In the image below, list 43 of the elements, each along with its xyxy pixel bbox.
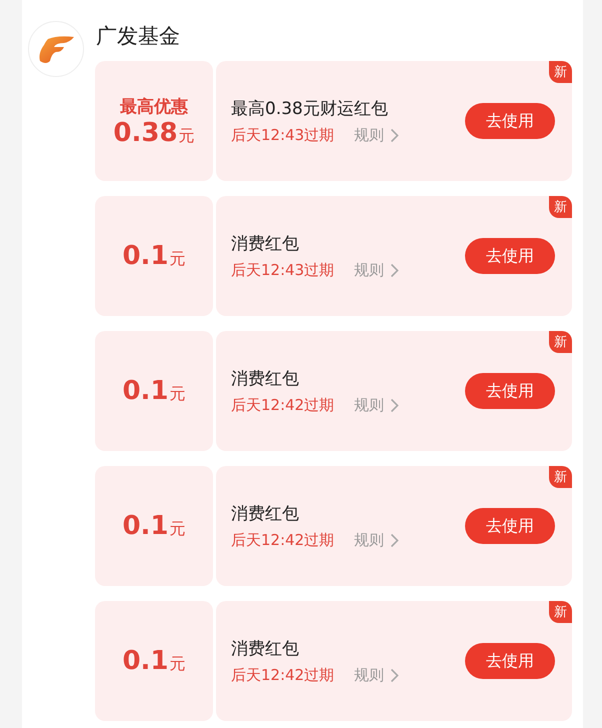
use-button[interactable]: 去使用 xyxy=(465,238,555,274)
amount-unit: 元 xyxy=(178,126,195,146)
discount-label: 最高优惠 xyxy=(120,96,188,118)
use-button[interactable]: 去使用 xyxy=(465,508,555,544)
chevron-right-icon xyxy=(390,668,400,683)
new-badge: 新 xyxy=(549,466,572,488)
amount-unit: 元 xyxy=(170,249,186,270)
new-badge: 新 xyxy=(549,61,572,83)
use-button[interactable]: 去使用 xyxy=(465,643,555,679)
use-button[interactable]: 去使用 xyxy=(465,373,555,409)
expiry-text: 后天12:43过期 xyxy=(231,261,334,280)
use-button[interactable]: 去使用 xyxy=(465,103,555,139)
amount-value: 0.1 xyxy=(122,376,169,406)
new-badge: 新 xyxy=(549,331,572,353)
coupon-title: 消费红包 xyxy=(231,368,300,390)
chevron-right-icon xyxy=(390,128,400,143)
chevron-right-icon xyxy=(390,533,400,548)
rules-link[interactable]: 规则 xyxy=(354,396,384,415)
rules-link[interactable]: 规则 xyxy=(354,126,384,145)
coupon-title: 消费红包 xyxy=(231,503,300,525)
rules-link[interactable]: 规则 xyxy=(354,531,384,550)
merchant-name: 广发基金 xyxy=(96,23,180,50)
expiry-text: 后天12:43过期 xyxy=(231,126,334,145)
expiry-text: 后天12:42过期 xyxy=(231,396,334,415)
rules-link[interactable]: 规则 xyxy=(354,666,384,685)
chevron-right-icon xyxy=(390,263,400,278)
expiry-text: 后天12:42过期 xyxy=(231,666,334,685)
amount-unit: 元 xyxy=(170,654,186,675)
amount-value: 0.38 xyxy=(113,118,178,148)
expiry-text: 后天12:42过期 xyxy=(231,531,334,550)
amount-value: 0.1 xyxy=(122,241,169,271)
rules-link[interactable]: 规则 xyxy=(354,261,384,280)
coupon-title: 消费红包 xyxy=(231,638,300,660)
amount-unit: 元 xyxy=(170,384,186,405)
new-badge: 新 xyxy=(549,196,572,218)
amount-value: 0.1 xyxy=(122,646,169,676)
amount-value: 0.1 xyxy=(122,511,169,541)
logo-icon xyxy=(28,21,84,77)
coupon-title: 最高0.38元财运红包 xyxy=(231,98,389,120)
chevron-right-icon xyxy=(390,398,400,413)
new-badge: 新 xyxy=(549,601,572,623)
amount-unit: 元 xyxy=(170,519,186,540)
coupon-title: 消费红包 xyxy=(231,233,300,255)
